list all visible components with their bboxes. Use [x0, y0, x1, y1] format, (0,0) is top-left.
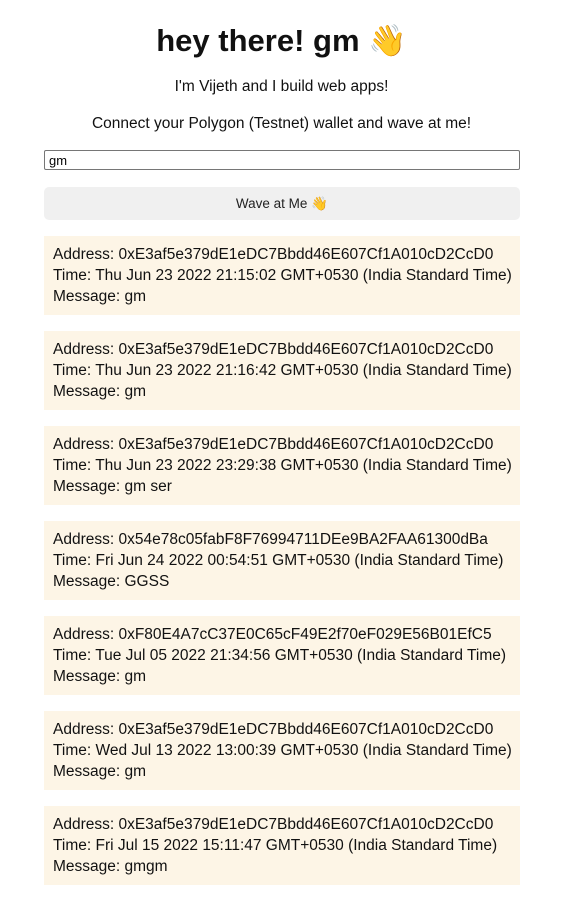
wave-message: Message: gm — [53, 383, 147, 400]
waving-hand-icon: 👋 — [311, 195, 329, 211]
connect-instruction: Connect your Polygon (Testnet) wallet an… — [91, 115, 472, 132]
wave-card: Address: 0x54e78c05fabF8F76994711DEe9BA2… — [44, 521, 520, 600]
wave-button[interactable]: Wave at Me 👋 — [44, 187, 520, 220]
wave-message: Message: gm — [53, 668, 147, 685]
wave-time: Time: Thu Jun 23 2022 21:16:42 GMT+0530 … — [53, 362, 512, 379]
wave-time: Time: Thu Jun 23 2022 21:15:02 GMT+0530 … — [53, 267, 512, 284]
subtitle: I'm Vijeth and I build web apps! — [174, 78, 389, 95]
wave-list: Address: 0xE3af5e379dE1eDC7Bbdd46E607Cf1… — [44, 236, 520, 901]
wave-card: Address: 0xE3af5e379dE1eDC7Bbdd46E607Cf1… — [44, 711, 520, 790]
wave-time: Time: Wed Jul 13 2022 13:00:39 GMT+0530 … — [53, 742, 512, 759]
wave-message: Message: GGSS — [53, 573, 170, 590]
page-title-text: hey there! gm — [156, 23, 360, 58]
wave-card: Address: 0xE3af5e379dE1eDC7Bbdd46E607Cf1… — [44, 236, 520, 315]
wave-time: Time: Fri Jun 24 2022 00:54:51 GMT+0530 … — [53, 552, 504, 569]
wave-address: Address: 0x54e78c05fabF8F76994711DEe9BA2… — [53, 531, 488, 548]
wave-time: Time: Fri Jul 15 2022 15:11:47 GMT+0530 … — [53, 837, 498, 854]
wave-message: Message: gm — [53, 763, 147, 780]
wave-message: Message: gmgm — [53, 858, 168, 875]
wave-address: Address: 0xF80E4A7cC37E0C65cF49E2f70eF02… — [53, 626, 492, 643]
wave-button-label: Wave at Me — [235, 196, 308, 211]
wave-message: Message: gm ser — [53, 478, 172, 495]
wave-time: Time: Tue Jul 05 2022 21:34:56 GMT+0530 … — [53, 647, 507, 664]
wave-card: Address: 0xF80E4A7cC37E0C65cF49E2f70eF02… — [44, 616, 520, 695]
wave-message: Message: gm — [53, 288, 147, 305]
message-input[interactable] — [44, 150, 520, 170]
page-title: hey there! gm 👋 — [0, 18, 563, 64]
main-container: hey there! gm 👋 I'm Vijeth and I build w… — [0, 0, 571, 912]
wave-card: Address: 0xE3af5e379dE1eDC7Bbdd46E607Cf1… — [44, 331, 520, 410]
wave-card: Address: 0xE3af5e379dE1eDC7Bbdd46E607Cf1… — [44, 426, 520, 505]
wave-address: Address: 0xE3af5e379dE1eDC7Bbdd46E607Cf1… — [53, 721, 494, 738]
wave-time: Time: Thu Jun 23 2022 23:29:38 GMT+0530 … — [53, 457, 512, 474]
wave-address: Address: 0xE3af5e379dE1eDC7Bbdd46E607Cf1… — [53, 436, 494, 453]
wave-address: Address: 0xE3af5e379dE1eDC7Bbdd46E607Cf1… — [53, 246, 494, 263]
wave-card: Address: 0xE3af5e379dE1eDC7Bbdd46E607Cf1… — [44, 806, 520, 885]
wave-address: Address: 0xE3af5e379dE1eDC7Bbdd46E607Cf1… — [53, 341, 494, 358]
waving-hand-icon: 👋 — [368, 23, 407, 58]
wave-address: Address: 0xE3af5e379dE1eDC7Bbdd46E607Cf1… — [53, 816, 494, 833]
